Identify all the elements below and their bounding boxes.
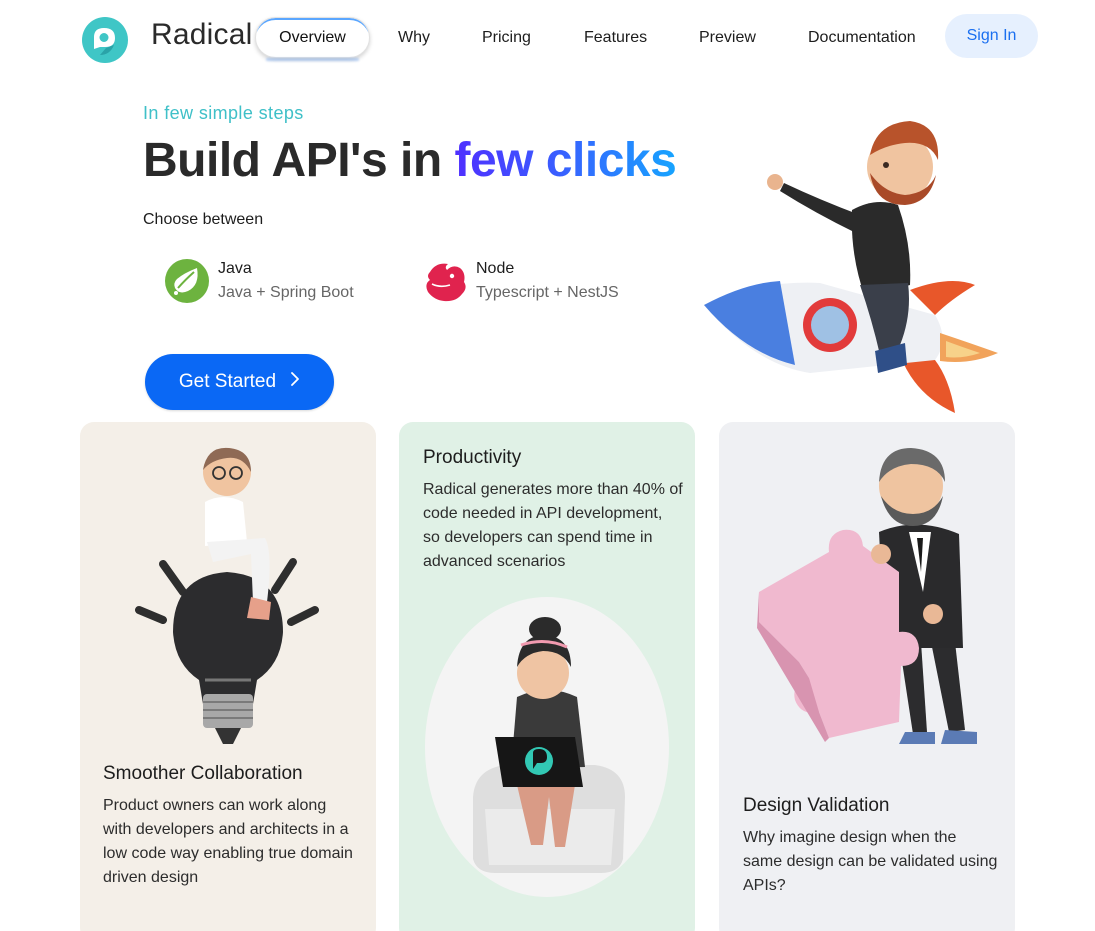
card-title: Smoother Collaboration	[103, 763, 303, 784]
man-riding-rocket-illustration	[700, 115, 1005, 415]
node-option-title: Node	[476, 260, 515, 277]
productivity-card: Productivity Radical generates more than…	[399, 422, 695, 931]
brand-name[interactable]: Radical	[151, 18, 252, 52]
hero-eyebrow: In few simple steps	[143, 103, 304, 123]
man-with-puzzle-piece-illustration	[749, 442, 989, 747]
headline-accent: few clicks	[454, 134, 677, 187]
nav-documentation-link[interactable]: Documentation	[808, 29, 916, 47]
choose-between-label: Choose between	[143, 211, 264, 228]
hero-headline: Build API's in few clicks	[143, 133, 677, 188]
girl-with-laptop-illustration	[425, 597, 670, 897]
radical-logo-icon[interactable]	[80, 15, 130, 65]
card-title: Design Validation	[743, 795, 890, 816]
java-option-subtitle: Java + Spring Boot	[218, 284, 354, 301]
smoother-collaboration-card: Smoother Collaboration Product owners ca…	[80, 422, 376, 931]
sign-in-button[interactable]: Sign In	[945, 14, 1038, 58]
get-started-label: Get Started	[178, 371, 277, 392]
card-title: Productivity	[423, 447, 522, 468]
chevron-right-icon	[290, 371, 300, 393]
nav-overview-tab[interactable]: Overview	[255, 17, 370, 58]
nav-preview-link[interactable]: Preview	[699, 29, 756, 47]
card-description: Radical generates more than 40% of code …	[423, 481, 683, 570]
design-validation-card: Design Validation Why imagine design whe…	[719, 422, 1015, 931]
get-started-button[interactable]: Get Started	[145, 354, 334, 410]
card-description: Product owners can work along with devel…	[103, 797, 353, 886]
nav-features-link[interactable]: Features	[584, 29, 647, 47]
nav-pricing-link[interactable]: Pricing	[482, 29, 531, 47]
person-on-lightbulb-illustration	[135, 442, 320, 747]
java-option-title: Java	[218, 260, 252, 277]
nav-why-link[interactable]: Why	[398, 29, 430, 47]
node-option-subtitle: Typescript + NestJS	[476, 284, 619, 301]
nestjs-icon	[422, 258, 470, 306]
top-nav: Radical Overview Why Pricing Features Pr…	[0, 0, 1095, 78]
card-description: Why imagine design when the same design …	[743, 829, 998, 894]
spring-leaf-icon	[164, 258, 212, 306]
headline-plain: Build API's in	[143, 134, 455, 187]
